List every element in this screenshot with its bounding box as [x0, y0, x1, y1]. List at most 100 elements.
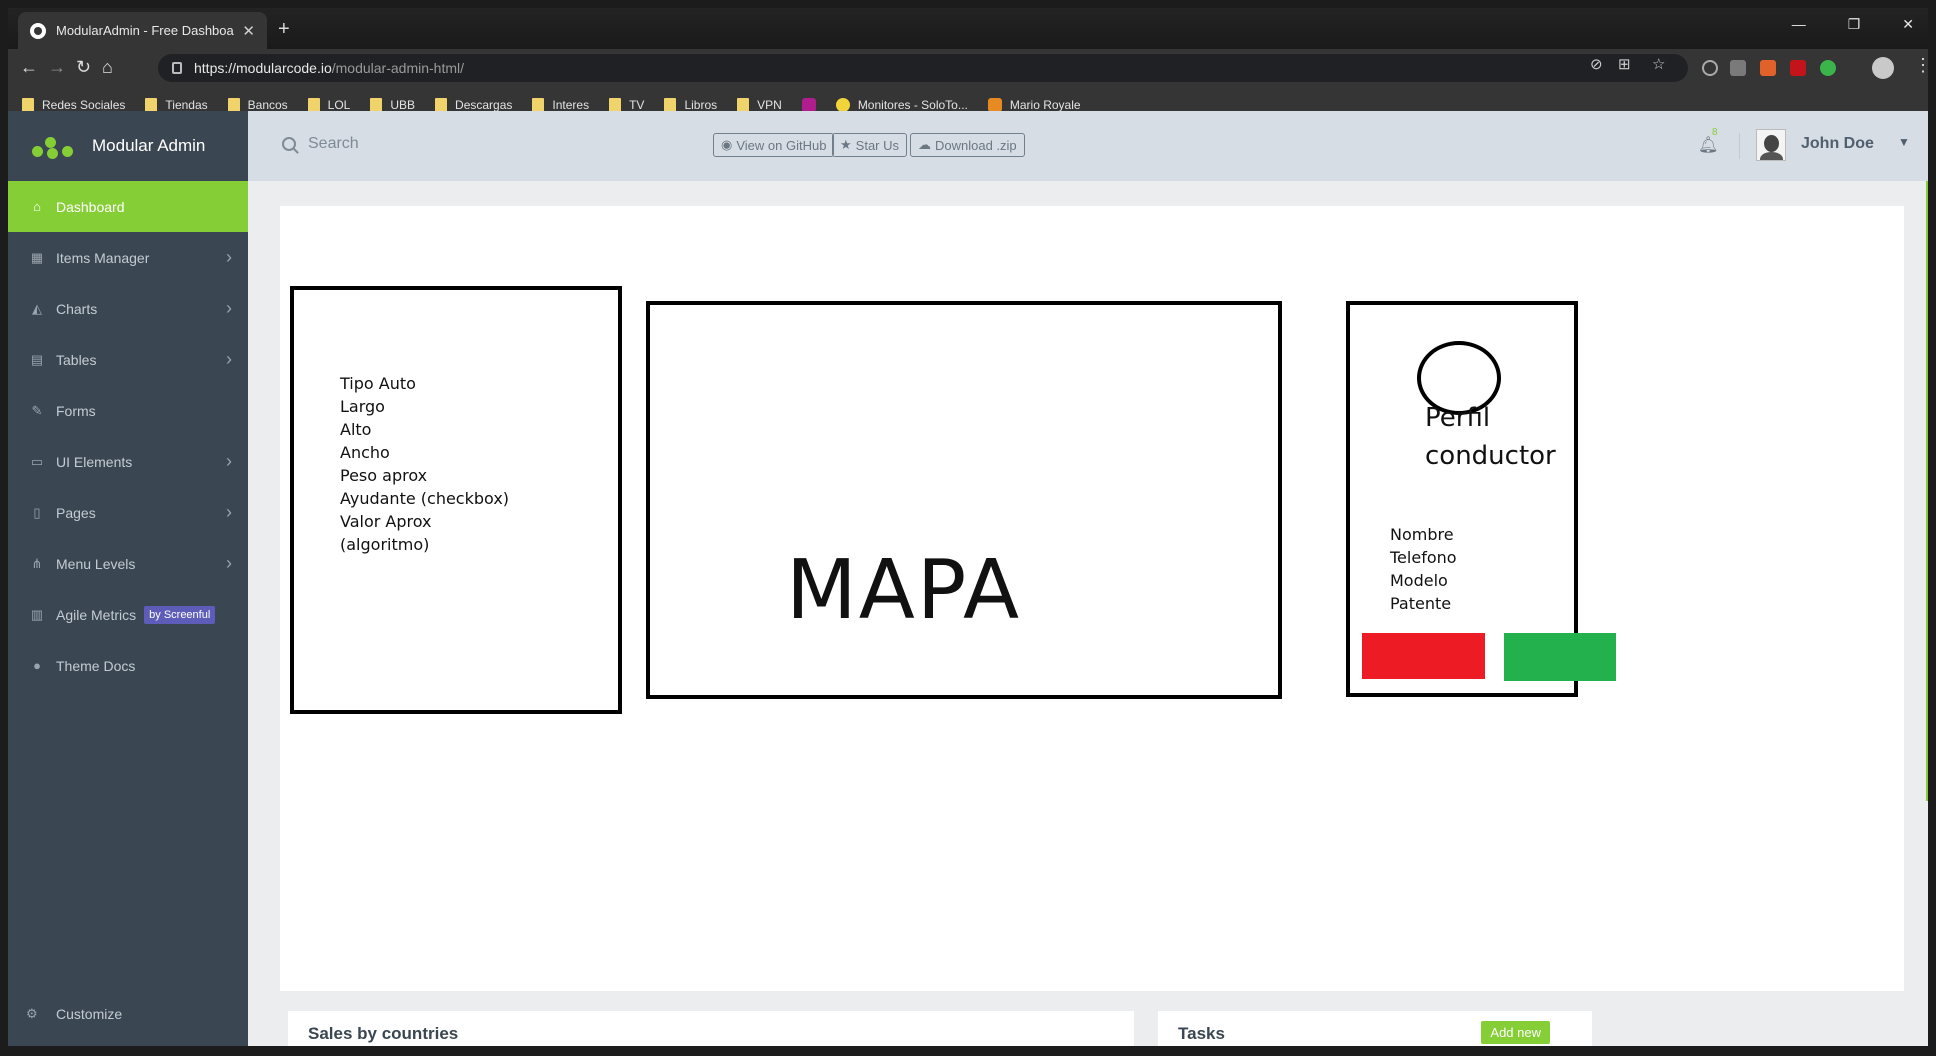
main-content: Tipo Auto Largo Alto Ancho Peso aprox Ayudant… [248, 181, 1928, 1046]
translate-icon[interactable]: ⊞ [1618, 55, 1631, 73]
site-icon [987, 98, 1002, 112]
tasks-card-title: Tasks [1178, 1024, 1225, 1043]
sidebar-item-label: Pages [56, 504, 96, 521]
back-icon[interactable]: ← [20, 57, 38, 78]
bookmark-site[interactable] [801, 98, 816, 112]
new-tab-button[interactable]: + [278, 18, 290, 41]
sidebar-item-pages[interactable]: ▯ Pages › [8, 487, 248, 538]
bookmark-mario-royale[interactable]: Mario Royale [987, 98, 1081, 112]
search-placeholder: Search [308, 135, 359, 152]
home-icon[interactable]: ⌂ [102, 57, 113, 78]
close-window-icon[interactable]: ✕ [1902, 16, 1914, 33]
brand[interactable]: Modular Admin [8, 111, 248, 181]
reject-button[interactable] [1362, 633, 1485, 679]
site-permissions-icon[interactable]: ⊘ [1590, 55, 1603, 73]
extension-fox-icon[interactable] [1760, 60, 1776, 76]
customize-link[interactable]: ⚙ Customize [26, 1006, 122, 1022]
sidebar-item-agile-metrics[interactable]: ▥ Agile Metrics by Screenful [8, 589, 248, 640]
tab-close-icon[interactable]: ✕ [242, 22, 255, 40]
forward-icon[interactable]: → [48, 57, 66, 78]
sidebar-item-theme-docs[interactable]: ● Theme Docs [8, 640, 248, 691]
github-icon: ● [33, 658, 41, 673]
sidebar-item-charts[interactable]: ◭ Charts › [8, 283, 248, 334]
folder-icon [227, 98, 240, 112]
bell-icon: 🔔︎ [1698, 137, 1719, 154]
map-panel: MAPA [646, 301, 1282, 699]
bookmark-monitores[interactable]: Monitores - SoloTo... [835, 98, 968, 112]
adblock-icon[interactable] [1790, 60, 1806, 76]
bookmark-bancos[interactable]: Bancos [227, 98, 288, 112]
grid-icon: ▦ [30, 249, 44, 265]
bookmark-lol[interactable]: LOL [307, 98, 350, 112]
url-host: https://modularcode.io [194, 60, 332, 76]
sitemap-icon: ⋔ [31, 555, 43, 571]
profile-avatar[interactable] [1872, 57, 1894, 79]
bookmark-tv[interactable]: TV [609, 98, 644, 112]
search-icon [282, 137, 296, 151]
bookmark-ubb[interactable]: UBB [370, 98, 415, 112]
view-on-github-button[interactable]: ◉ View on GitHub [713, 133, 835, 157]
driver-field-label: Patente [1390, 594, 1452, 613]
address-bar[interactable]: https://modularcode.io/modular-admin-htm… [158, 54, 1688, 82]
extension-drive-icon[interactable] [1820, 60, 1836, 76]
edit-icon: ✎ [31, 402, 43, 418]
folder-icon [370, 98, 383, 112]
bookmark-star-icon[interactable]: ☆ [1652, 55, 1665, 73]
sidebar-item-label: Menu Levels [56, 555, 136, 572]
sidebar-item-dashboard[interactable]: ⌂ Dashboard [8, 181, 248, 232]
bookmark-redes-sociales[interactable]: Redes Sociales [22, 98, 125, 112]
sidebar-item-label: Charts [56, 300, 98, 317]
browser-tab[interactable]: ModularAdmin - Free Dashboard ✕ [18, 12, 267, 49]
chevron-right-icon: › [226, 298, 232, 318]
bookmark-vpn[interactable]: VPN [737, 98, 782, 112]
vehicle-field-label: (algoritmo) [340, 535, 430, 554]
star-icon: ★ [840, 137, 852, 152]
sidebar-item-label: Dashboard [56, 198, 125, 215]
restore-icon[interactable]: ❐ [1848, 16, 1861, 33]
sidebar-item-menu-levels[interactable]: ⋔ Menu Levels › [8, 538, 248, 589]
bookmark-tiendas[interactable]: Tiendas [145, 98, 208, 112]
folder-icon [532, 98, 545, 112]
download-zip-button[interactable]: ☁ Download .zip [910, 133, 1025, 157]
vehicle-field-label: Valor Aprox [340, 512, 432, 531]
folder-icon [307, 98, 320, 112]
sidebar-item-tables[interactable]: ▤ Tables › [8, 334, 248, 385]
extension-circle-icon[interactable] [1702, 60, 1718, 76]
folder-icon [435, 98, 448, 112]
notifications-button[interactable]: 🔔︎ 8 [1698, 127, 1719, 155]
bookmark-interes[interactable]: Interes [532, 98, 589, 112]
user-name[interactable]: John Doe [1801, 135, 1874, 153]
sidebar-item-label: UI Elements [56, 453, 133, 470]
add-new-button[interactable]: Add new [1481, 1021, 1550, 1044]
folder-icon [22, 98, 34, 112]
chevron-down-icon[interactable]: ▼ [1898, 135, 1910, 149]
logo-icon [32, 133, 78, 159]
vehicle-field-label: Ancho [340, 443, 390, 462]
minimize-icon[interactable]: — [1792, 16, 1806, 33]
bookmark-libros[interactable]: Libros [664, 98, 717, 112]
sidebar-item-forms[interactable]: ✎ Forms [8, 385, 248, 436]
sidebar-item-ui-elements[interactable]: ▭ UI Elements › [8, 436, 248, 487]
vehicle-fields-list: Tipo Auto Largo Alto Ancho Peso aprox Ayudant… [340, 372, 509, 556]
profile-title: Perfil conductor [1425, 403, 1556, 471]
extension-cast-icon[interactable] [1730, 60, 1746, 76]
menu-kebab-icon[interactable]: ⋮ [1914, 55, 1932, 76]
reload-icon[interactable]: ↻ [76, 57, 91, 78]
window-controls: — ❐ ✕ [1792, 16, 1914, 33]
sidebar-item-items-manager[interactable]: ▦ Items Manager › [8, 232, 248, 283]
star-us-button[interactable]: ★ Star Us [832, 133, 907, 157]
search-input[interactable]: Search [282, 135, 359, 153]
sidebar-item-label: Tables [56, 351, 97, 368]
scrollbar[interactable] [1926, 181, 1928, 801]
brand-name: Modular Admin [92, 136, 206, 155]
bookmark-descargas[interactable]: Descargas [435, 98, 512, 112]
header: Search ◉ View on GitHub ★ Star Us ☁ Downloa… [248, 111, 1928, 181]
accept-button[interactable] [1504, 633, 1616, 681]
sales-by-countries-card: Sales by countries [288, 1011, 1134, 1046]
lock-icon [172, 62, 182, 74]
driver-profile-panel: Perfil conductor Nombre Telefono Modelo Pat… [1346, 301, 1616, 697]
user-avatar[interactable] [1756, 129, 1786, 161]
github-icon: ◉ [721, 137, 733, 152]
area-chart-icon: ◭ [32, 300, 42, 316]
site-icon [835, 98, 850, 112]
